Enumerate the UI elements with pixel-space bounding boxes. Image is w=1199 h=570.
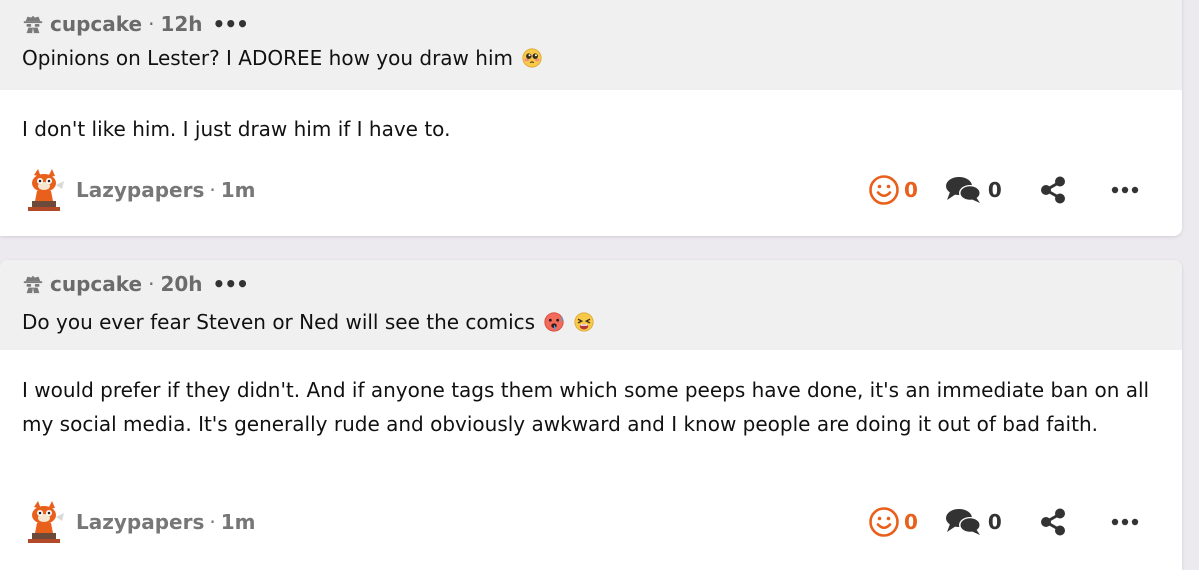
ask-time: 12h bbox=[160, 12, 203, 36]
answer-text: I don't like him. I just draw him if I h… bbox=[22, 117, 451, 141]
answer-text: I would prefer if they didn't. And if an… bbox=[22, 378, 1150, 436]
smile-icon bbox=[869, 175, 899, 205]
anonymous-spy-icon bbox=[23, 15, 43, 34]
reaction-count: 0 bbox=[904, 178, 918, 202]
question-text: Do you ever fear Steven or Ned will see … bbox=[22, 310, 536, 334]
separator: · bbox=[209, 510, 216, 534]
comment-count: 0 bbox=[987, 510, 1002, 534]
question-box: cupcake · 20h ••• Do you ever fear Steve… bbox=[0, 260, 1182, 350]
react-button[interactable]: 0 bbox=[868, 506, 918, 538]
anonymous-spy-icon bbox=[23, 275, 43, 294]
react-button[interactable]: 0 bbox=[868, 174, 918, 206]
more-options-button[interactable] bbox=[1110, 185, 1140, 195]
share-icon bbox=[1040, 176, 1065, 204]
question-text: Opinions on Lester? I ADOREE how you dra… bbox=[22, 46, 513, 70]
pleading-face-emoji-icon bbox=[522, 48, 542, 68]
post-actions: 0 0 bbox=[848, 498, 1140, 546]
ask-more-button[interactable]: ••• bbox=[213, 12, 249, 36]
post-card: cupcake · 12h ••• Opinions on Lester? I … bbox=[0, 0, 1182, 236]
post-footer: Lazypapers · 1m 0 0 bbox=[22, 498, 1182, 546]
question-box: cupcake · 12h ••• Opinions on Lester? I … bbox=[0, 0, 1182, 90]
asker-row: cupcake · 12h ••• bbox=[22, 12, 249, 36]
separator: · bbox=[148, 12, 155, 36]
ellipsis-icon bbox=[1111, 186, 1139, 194]
smile-icon bbox=[869, 507, 899, 537]
comment-count: 0 bbox=[987, 178, 1002, 202]
more-options-button[interactable] bbox=[1110, 517, 1140, 527]
ellipsis-icon bbox=[1111, 518, 1139, 526]
post-actions: 0 0 bbox=[848, 166, 1140, 214]
share-button[interactable] bbox=[1038, 507, 1068, 537]
question-text-row: Do you ever fear Steven or Ned will see … bbox=[22, 310, 595, 334]
comments-icon bbox=[945, 177, 981, 203]
comment-button[interactable]: 0 bbox=[944, 174, 1002, 206]
weary-face-emoji-icon bbox=[574, 312, 594, 332]
asker-row: cupcake · 20h ••• bbox=[22, 272, 249, 296]
share-button[interactable] bbox=[1038, 175, 1068, 205]
question-text-row: Opinions on Lester? I ADOREE how you dra… bbox=[22, 46, 543, 70]
answerer-avatar[interactable] bbox=[22, 499, 68, 545]
post-card: cupcake · 20h ••• Do you ever fear Steve… bbox=[0, 260, 1182, 570]
asker-name[interactable]: cupcake bbox=[50, 12, 142, 36]
hot-face-emoji-icon bbox=[544, 312, 564, 332]
separator: · bbox=[209, 178, 216, 202]
answer-time: 1m bbox=[220, 510, 256, 534]
answer-time: 1m bbox=[220, 178, 256, 202]
answerer-avatar[interactable] bbox=[22, 167, 68, 213]
answerer-name[interactable]: Lazypapers bbox=[76, 178, 204, 202]
asker-name[interactable]: cupcake bbox=[50, 272, 142, 296]
comments-icon bbox=[945, 509, 981, 535]
reaction-count: 0 bbox=[904, 510, 918, 534]
comment-button[interactable]: 0 bbox=[944, 506, 1002, 538]
answerer-name[interactable]: Lazypapers bbox=[76, 510, 204, 534]
post-footer: Lazypapers · 1m 0 0 bbox=[22, 166, 1182, 214]
ask-more-button[interactable]: ••• bbox=[213, 272, 249, 296]
separator: · bbox=[148, 272, 155, 296]
share-icon bbox=[1040, 508, 1065, 536]
ask-time: 20h bbox=[160, 272, 203, 296]
